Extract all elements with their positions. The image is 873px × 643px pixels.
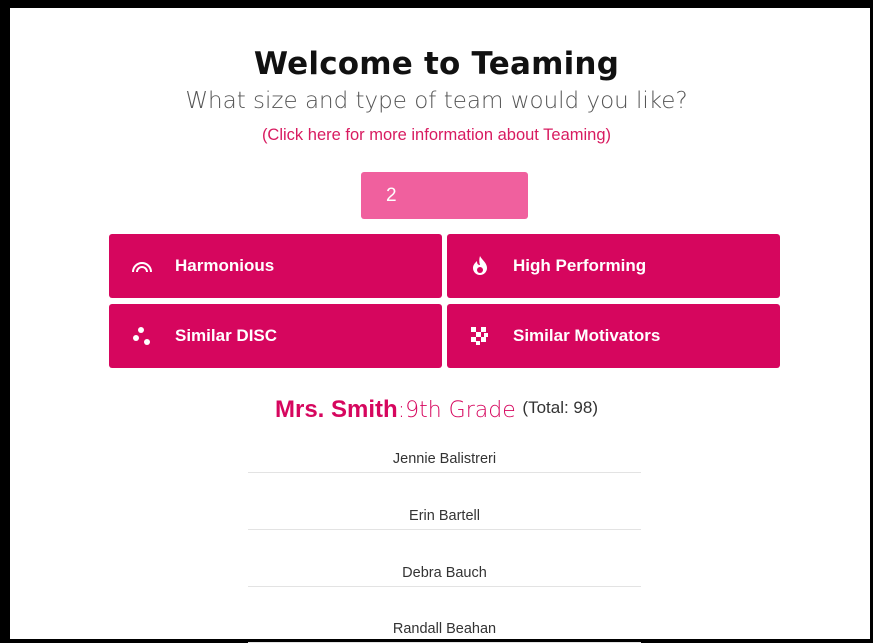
checker-icon — [469, 325, 491, 347]
similar-motivators-button[interactable]: Similar Motivators — [447, 304, 780, 368]
dots-icon — [131, 325, 153, 347]
rainbow-icon — [131, 255, 153, 277]
list-item[interactable]: Erin Bartell — [248, 508, 641, 530]
similar-disc-label: Similar DISC — [175, 326, 278, 345]
similar-disc-button[interactable]: Similar DISC — [109, 304, 442, 368]
similar-motivators-label: Similar Motivators — [513, 326, 661, 345]
class-total: (Total: 98) — [522, 398, 598, 417]
harmonious-label: Harmonious — [175, 256, 275, 275]
page-title: Welcome to Teaming — [253, 46, 620, 82]
page-subtitle: What size and type of team would you lik… — [185, 88, 688, 114]
high-performing-button[interactable]: High Performing — [447, 234, 780, 298]
class-heading: Mrs. Smith:9th Grade (Total: 98) — [0, 396, 873, 424]
high-performing-label: High Performing — [513, 256, 647, 275]
flame-icon — [469, 255, 491, 277]
list-item[interactable]: Randall Beahan — [248, 621, 641, 643]
info-link[interactable]: (Click here for more information about T… — [0, 126, 873, 145]
teacher-name: Mrs. Smith — [275, 396, 398, 423]
list-item[interactable]: Debra Bauch — [248, 565, 641, 587]
team-size-input[interactable] — [361, 172, 528, 219]
harmonious-button[interactable]: Harmonious — [109, 234, 442, 298]
class-grade: :9th Grade — [397, 398, 516, 423]
list-item[interactable]: Jennie Balistreri — [248, 451, 641, 473]
